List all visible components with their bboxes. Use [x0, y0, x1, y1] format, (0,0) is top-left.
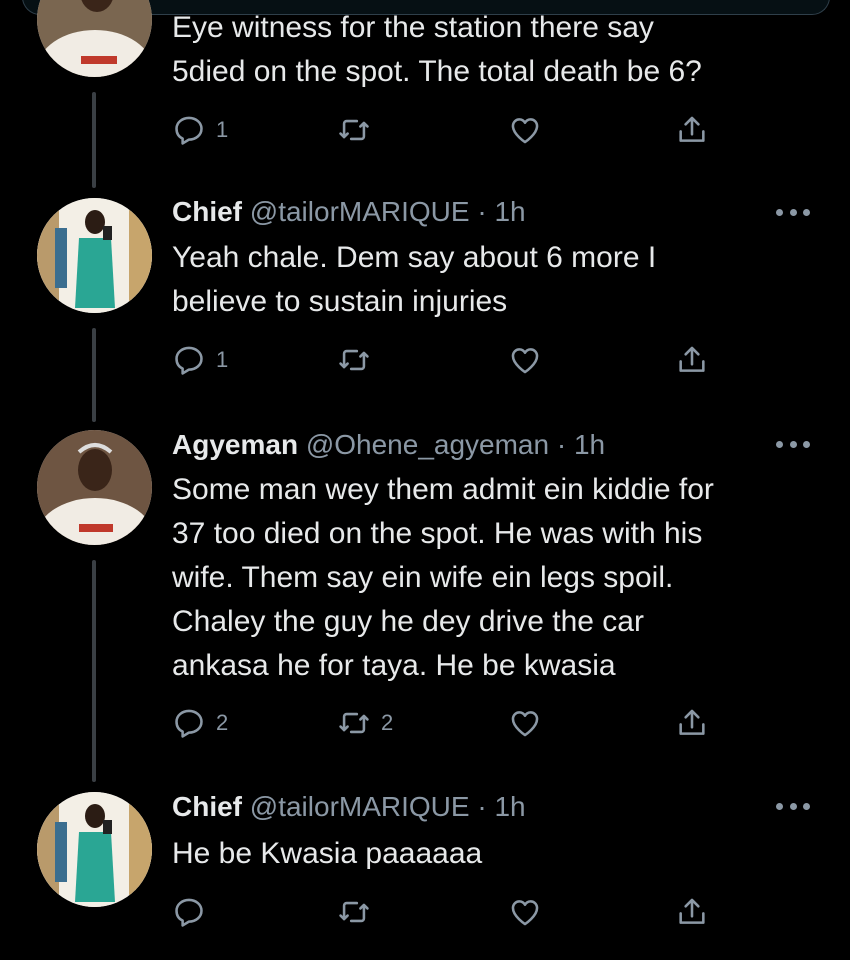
retweet-icon: [339, 349, 369, 371]
reply-button[interactable]: 2: [172, 705, 228, 741]
display-name[interactable]: Chief: [172, 196, 242, 227]
retweet-button[interactable]: [337, 342, 381, 378]
share-button[interactable]: [675, 894, 709, 930]
tweet-0[interactable]: Eye witness for the station there say 5d…: [0, 0, 850, 190]
like-button[interactable]: [508, 705, 542, 741]
reply-count: 2: [216, 710, 229, 735]
like-icon: [511, 900, 539, 926]
share-button[interactable]: [675, 705, 709, 741]
share-icon: [679, 116, 705, 142]
more-icon[interactable]: [776, 800, 810, 812]
like-button[interactable]: [508, 112, 542, 148]
like-icon: [511, 711, 539, 737]
tweet-text: Eye witness for the station there say 5d…: [172, 11, 702, 88]
tweet-header: Chief @tailorMARIQUE · 1h: [172, 790, 526, 824]
reply-icon: [175, 346, 203, 375]
avatar[interactable]: [37, 198, 152, 313]
tweet-actions: 2 2: [172, 705, 732, 741]
like-icon: [511, 348, 539, 374]
timestamp[interactable]: · 1h: [557, 429, 605, 460]
tweet-text: He be Kwasia paaaaaa: [172, 837, 483, 870]
reply-count: 1: [216, 347, 229, 372]
reply-count: 1: [216, 117, 229, 142]
user-handle[interactable]: @tailorMARIQUE: [250, 196, 470, 227]
reply-button[interactable]: [172, 894, 216, 930]
display-name[interactable]: Chief: [172, 791, 242, 822]
reply-icon: [175, 116, 203, 145]
share-icon: [679, 709, 705, 735]
tweet-text: Yeah chale. Dem say about 6 more I belie…: [172, 241, 657, 318]
user-handle[interactable]: @tailorMARIQUE: [250, 791, 470, 822]
retweet-count: 2: [381, 710, 394, 735]
tweet-header: Agyeman @Ohene_agyeman · 1h: [172, 428, 605, 462]
timestamp[interactable]: · 1h: [477, 791, 525, 822]
more-icon[interactable]: [776, 206, 810, 218]
retweet-icon: [339, 119, 369, 141]
share-button[interactable]: [675, 112, 709, 148]
avatar[interactable]: [37, 430, 152, 545]
thread-line: [92, 92, 96, 188]
tweet-actions: 1: [172, 342, 732, 378]
share-icon: [679, 346, 705, 372]
like-button[interactable]: [508, 894, 542, 930]
retweet-button[interactable]: 2: [337, 705, 393, 741]
thread-line: [92, 560, 96, 782]
reply-icon: [175, 709, 203, 738]
timestamp[interactable]: · 1h: [477, 196, 525, 227]
retweet-icon: [339, 901, 369, 923]
more-icon[interactable]: [776, 438, 810, 450]
tweet-header: Chief @tailorMARIQUE · 1h: [172, 195, 526, 229]
display-name[interactable]: Agyeman: [172, 429, 298, 460]
retweet-button[interactable]: [337, 112, 381, 148]
reply-button[interactable]: 1: [172, 112, 228, 148]
reply-icon: [175, 898, 203, 927]
retweet-button[interactable]: [337, 894, 381, 930]
share-button[interactable]: [675, 342, 709, 378]
like-icon: [511, 118, 539, 144]
tweet-actions: 1: [172, 112, 732, 148]
avatar[interactable]: [37, 0, 152, 77]
avatar[interactable]: [37, 792, 152, 907]
tweet-text: Some man wey them admit ein kiddie for 3…: [172, 473, 714, 682]
reply-button[interactable]: 1: [172, 342, 228, 378]
retweet-icon: [339, 712, 369, 734]
user-handle[interactable]: @Ohene_agyeman: [306, 429, 549, 460]
tweet-actions: [172, 894, 732, 930]
share-icon: [679, 898, 705, 924]
thread-line: [92, 328, 96, 422]
like-button[interactable]: [508, 342, 542, 378]
